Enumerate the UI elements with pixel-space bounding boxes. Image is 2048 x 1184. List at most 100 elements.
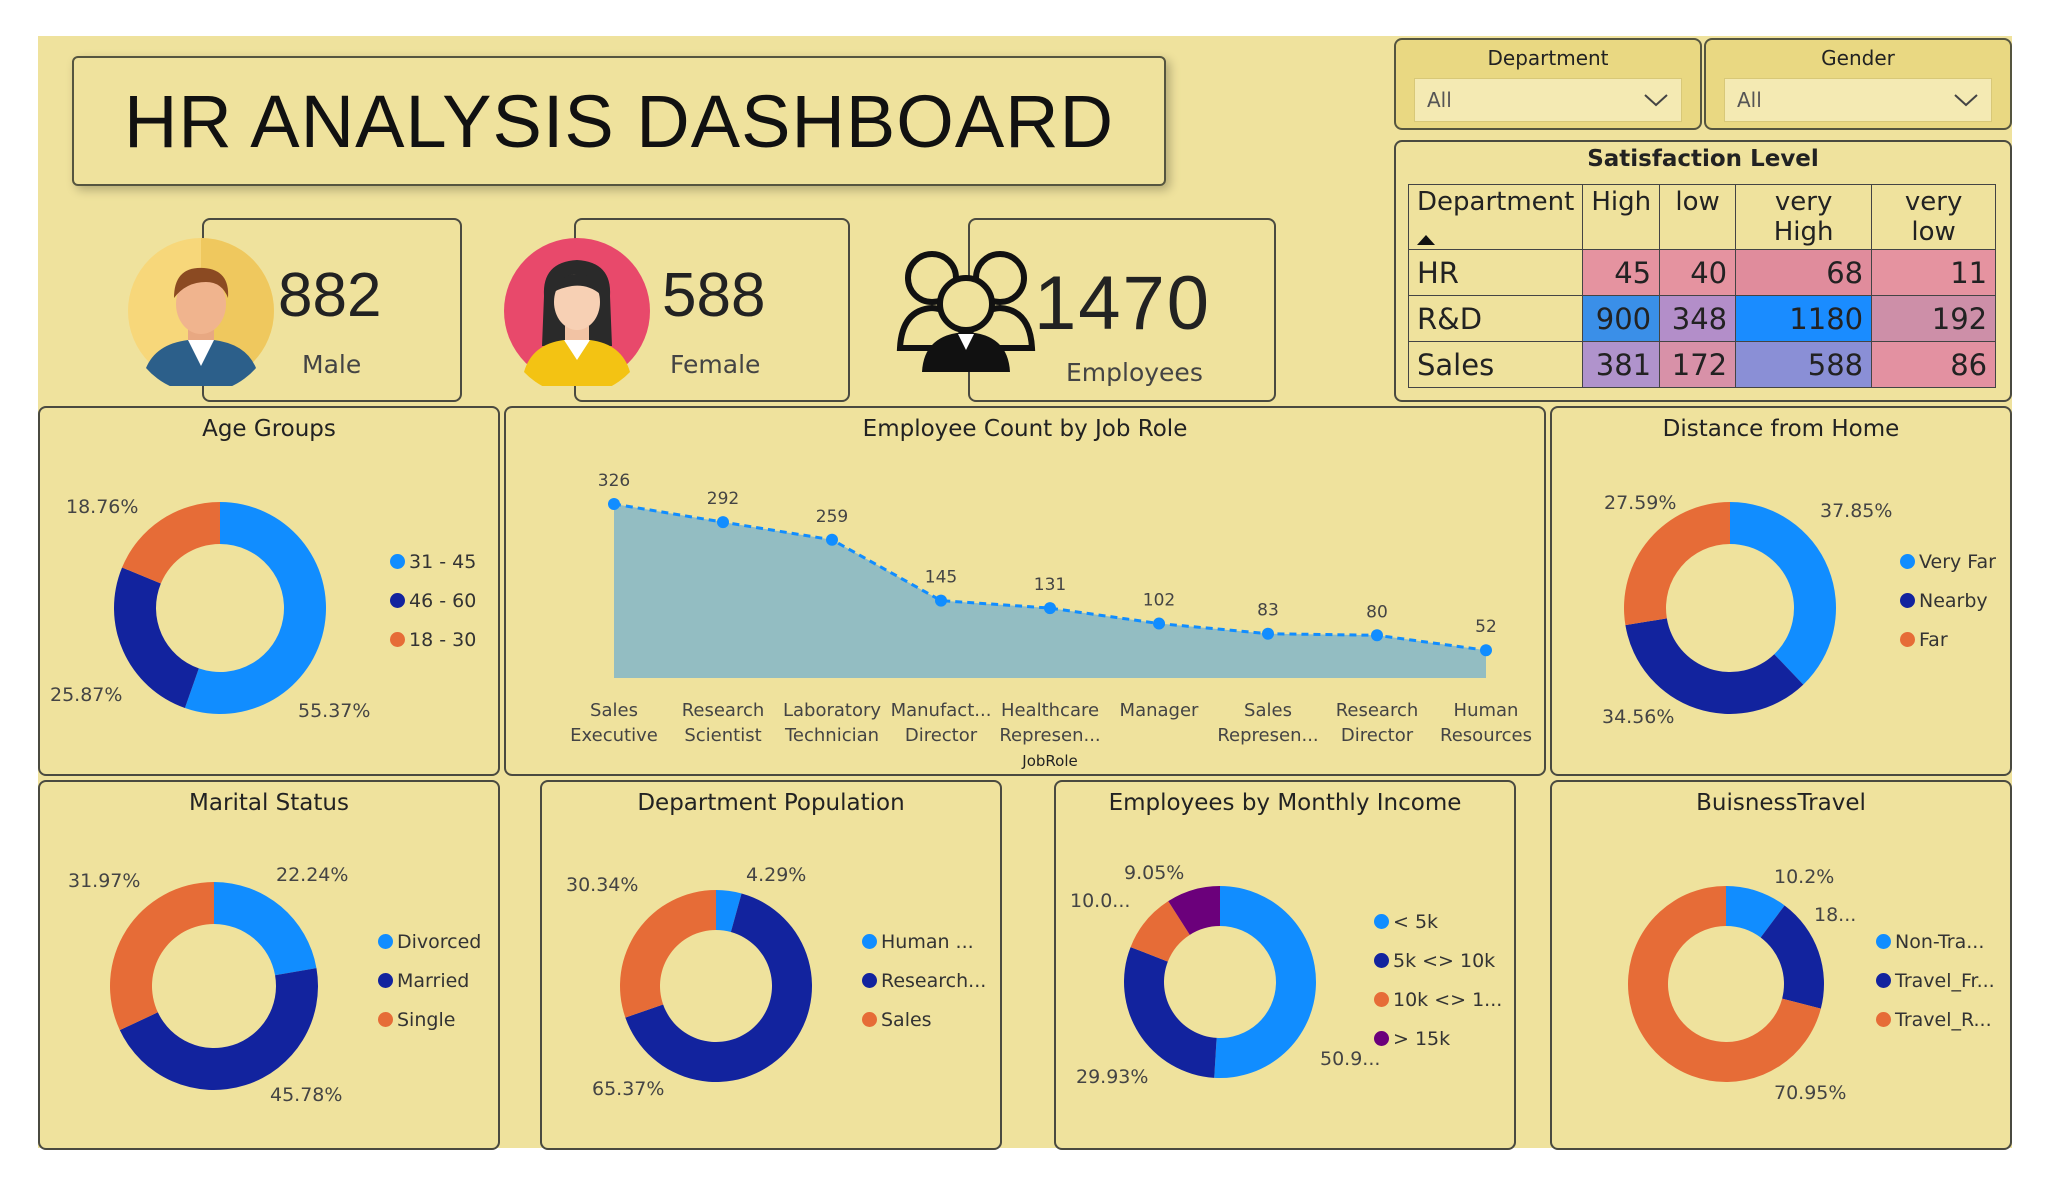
slice-label: 70.95% [1774, 1082, 1847, 1104]
slice-label: 65.37% [592, 1078, 665, 1100]
legend-item[interactable]: 31 - 45 [390, 542, 476, 581]
legend-item[interactable]: Nearby [1900, 581, 1996, 620]
donut-slice[interactable] [1625, 618, 1804, 714]
legend-item[interactable]: Sales [862, 1000, 986, 1039]
legend-dot [1900, 554, 1915, 569]
data-label: 145 [925, 568, 957, 588]
data-point[interactable] [935, 594, 947, 607]
data-point[interactable] [1480, 644, 1492, 657]
legend-item[interactable]: Non-Tra... [1876, 922, 1995, 961]
x-tick-label: Research [682, 700, 765, 721]
data-point[interactable] [608, 498, 620, 510]
slice-label: 50.9... [1320, 1048, 1381, 1070]
legend-item[interactable]: 10k <> 1... [1374, 980, 1502, 1019]
gender-slicer-title: Gender [1821, 46, 1895, 70]
legend-dot [378, 973, 393, 988]
legend-item[interactable]: Divorced [378, 922, 481, 961]
age-groups-panel: Age Groups 55.37% 25.87% 18.76% 31 - 45 … [38, 406, 500, 776]
legend-dot [1374, 953, 1389, 968]
legend-item[interactable]: Very Far [1900, 542, 1996, 581]
female-label: Female [670, 350, 761, 379]
table-row: R&D 900 348 1180 192 [1407, 295, 1997, 342]
legend-dot [378, 1012, 393, 1027]
gender-slicer[interactable]: Gender All [1704, 38, 2012, 130]
slice-label: 37.85% [1820, 500, 1893, 522]
marital-legend: Divorced Married Single [378, 922, 481, 1039]
legend-dot [390, 632, 405, 647]
data-label: 292 [707, 489, 739, 509]
data-point[interactable] [1262, 627, 1274, 640]
slice-label: 18... [1814, 904, 1857, 926]
x-tick-label: Research [1336, 700, 1419, 721]
slice-label: 10.2% [1774, 866, 1835, 888]
legend-dot [390, 593, 405, 608]
gender-dropdown[interactable]: All [1724, 78, 1992, 122]
legend-item[interactable]: 18 - 30 [390, 620, 476, 659]
legend-item[interactable]: > 15k [1374, 1019, 1502, 1058]
male-count: 882 [278, 261, 382, 330]
legend-item[interactable]: Travel_Fr... [1876, 961, 1995, 1000]
donut-slice[interactable] [620, 890, 716, 1018]
column-header-department[interactable]: Department [1407, 184, 1584, 250]
table-cell: 900 [1582, 295, 1661, 342]
legend-item[interactable]: Research... [862, 961, 986, 1000]
row-department: HR [1407, 249, 1584, 296]
distance-panel: Distance from Home 37.85% 34.56% 27.59% … [1550, 406, 2012, 776]
department-dropdown[interactable]: All [1414, 78, 1682, 122]
department-slicer[interactable]: Department All [1394, 38, 1702, 130]
dashboard-title: HR ANALYSIS DASHBOARD [123, 79, 1115, 163]
legend-dot [1374, 914, 1389, 929]
donut-slice[interactable] [114, 567, 199, 709]
donut-slice[interactable] [1730, 502, 1836, 685]
legend-item[interactable]: Single [378, 1000, 481, 1039]
data-point[interactable] [826, 533, 838, 546]
table-cell: 381 [1582, 341, 1661, 388]
legend-item[interactable]: Married [378, 961, 481, 1000]
table-row: Sales 381 172 588 86 [1407, 341, 1997, 388]
sort-ascending-icon[interactable] [1417, 235, 1435, 245]
donut-slice[interactable] [214, 882, 317, 976]
table-cell: 45 [1582, 249, 1661, 296]
table-cell: 11 [1871, 249, 1997, 296]
department-dropdown-value: All [1427, 88, 1452, 112]
x-tick-label: Scientist [684, 725, 761, 746]
legend-item[interactable]: < 5k [1374, 902, 1502, 941]
female-avatar-icon [504, 238, 650, 386]
data-label: 83 [1257, 601, 1279, 621]
chevron-down-icon[interactable] [1953, 93, 1979, 107]
marital-panel: Marital Status 22.24% 45.78% 31.97% Divo… [38, 780, 500, 1150]
dashboard-canvas: HR ANALYSIS DASHBOARD Department All Gen… [38, 36, 2012, 1150]
column-header-very-high[interactable]: very High [1735, 184, 1873, 250]
column-header-high[interactable]: High [1582, 184, 1661, 250]
x-tick-label: Manufact... [891, 700, 992, 721]
slice-label: 27.59% [1604, 492, 1677, 514]
donut-slice[interactable] [1624, 502, 1730, 626]
donut-slice[interactable] [109, 882, 214, 1031]
data-label: 259 [816, 507, 848, 527]
column-header-low[interactable]: low [1659, 184, 1737, 250]
column-header-very-low[interactable]: very low [1871, 184, 1997, 250]
chevron-down-icon[interactable] [1643, 93, 1669, 107]
legend-item[interactable]: 5k <> 10k [1374, 941, 1502, 980]
male-avatar-icon [128, 238, 274, 386]
table-cell: 1180 [1735, 295, 1873, 342]
table-cell: 40 [1659, 249, 1737, 296]
legend-item[interactable]: Human ... [862, 922, 986, 961]
data-point[interactable] [717, 516, 729, 529]
legend-dot [1374, 1031, 1389, 1046]
table-cell: 86 [1871, 341, 1997, 388]
donut-slice[interactable] [1124, 947, 1217, 1078]
slice-label: 18.76% [66, 496, 139, 518]
donut-slice[interactable] [1214, 886, 1317, 1078]
data-point[interactable] [1044, 602, 1056, 615]
slice-label: 34.56% [1602, 706, 1675, 728]
legend-item[interactable]: 46 - 60 [390, 581, 476, 620]
legend-dot [862, 1012, 877, 1027]
data-point[interactable] [1153, 617, 1165, 630]
slice-label: 45.78% [270, 1084, 343, 1106]
table-cell: 348 [1659, 295, 1737, 342]
data-point[interactable] [1371, 629, 1383, 642]
satisfaction-title: Satisfaction Level [1587, 146, 1819, 172]
legend-item[interactable]: Travel_R... [1876, 1000, 1995, 1039]
legend-item[interactable]: Far [1900, 620, 1996, 659]
